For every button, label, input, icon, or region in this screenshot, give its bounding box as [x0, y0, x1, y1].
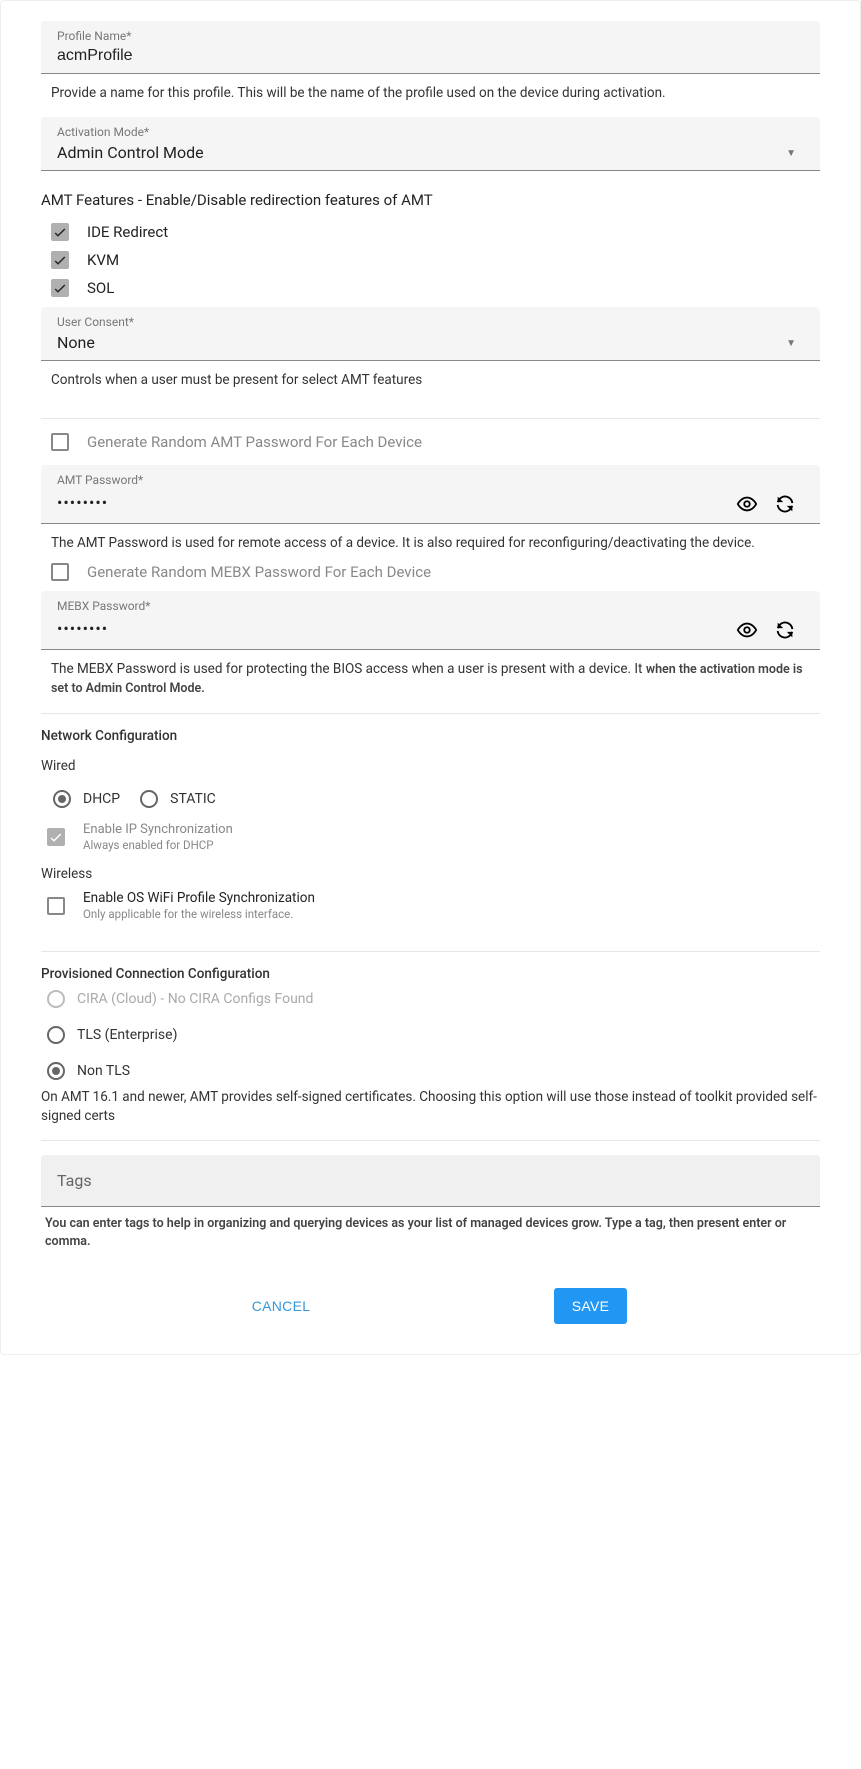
generate-mebx-checkbox[interactable]: Generate Random MEBX Password For Each D… — [51, 563, 820, 581]
ip-sync-label: Enable IP Synchronization — [83, 822, 233, 837]
radio-icon — [53, 790, 71, 808]
regenerate-button[interactable] — [766, 615, 804, 645]
ide-redirect-checkbox[interactable]: IDE Redirect — [51, 223, 820, 241]
tls-radio[interactable]: TLS (Enterprise) — [47, 1026, 820, 1044]
amt-password-field[interactable]: AMT Password* •••••••• — [41, 465, 820, 524]
network-heading: Network Configuration — [41, 728, 820, 744]
checkbox-icon — [51, 563, 69, 581]
kvm-label: KVM — [87, 251, 119, 269]
checkbox-icon — [47, 897, 65, 915]
sol-checkbox[interactable]: SOL — [51, 279, 820, 297]
generate-amt-label: Generate Random AMT Password For Each De… — [87, 433, 422, 451]
cira-radio: CIRA (Cloud) - No CIRA Configs Found — [47, 990, 820, 1008]
kvm-checkbox[interactable]: KVM — [51, 251, 820, 269]
ide-redirect-label: IDE Redirect — [87, 223, 168, 241]
action-bar: CANCEL SAVE — [41, 1288, 820, 1324]
tls-label: TLS (Enterprise) — [77, 1027, 177, 1043]
show-password-button[interactable] — [728, 615, 766, 645]
wifi-sync-checkbox[interactable]: Enable OS WiFi Profile Synchronization O… — [47, 890, 820, 921]
dropdown-icon: ▼ — [778, 148, 804, 159]
amt-password-value: •••••••• — [57, 491, 728, 516]
refresh-icon — [774, 619, 796, 641]
show-password-button[interactable] — [728, 489, 766, 519]
eye-icon — [736, 493, 758, 515]
ip-sync-sublabel: Always enabled for DHCP — [83, 838, 233, 852]
tags-hint: You can enter tags to help in organizing… — [41, 1207, 820, 1258]
profile-form: Profile Name* Provide a name for this pr… — [0, 0, 861, 1355]
sol-label: SOL — [87, 279, 114, 297]
divider — [41, 713, 820, 714]
generate-mebx-label: Generate Random MEBX Password For Each D… — [87, 563, 431, 581]
checkbox-icon — [51, 433, 69, 451]
wireless-heading: Wireless — [41, 866, 820, 882]
amt-password-hint: The AMT Password is used for remote acce… — [41, 528, 820, 557]
divider — [41, 951, 820, 952]
checkbox-icon — [51, 223, 69, 241]
mebx-password-field[interactable]: MEBX Password* •••••••• — [41, 591, 820, 650]
checkbox-icon — [51, 279, 69, 297]
static-label: STATIC — [170, 791, 216, 807]
dropdown-icon: ▼ — [778, 338, 804, 349]
ip-sync-checkbox: Enable IP Synchronization Always enabled… — [47, 822, 820, 852]
checkbox-icon — [47, 828, 65, 846]
mebx-password-hint: The MEBX Password is used for protecting… — [41, 654, 820, 700]
nontls-radio[interactable]: Non TLS — [47, 1062, 820, 1080]
profile-name-input[interactable] — [57, 45, 804, 69]
mebx-password-value: •••••••• — [57, 617, 728, 642]
divider — [41, 1140, 820, 1141]
amt-features-heading: AMT Features - Enable/Disable redirectio… — [41, 191, 820, 209]
regenerate-button[interactable] — [766, 489, 804, 519]
amt-password-label: AMT Password* — [57, 473, 804, 487]
radio-icon — [140, 790, 158, 808]
save-button[interactable]: SAVE — [554, 1288, 628, 1324]
divider — [41, 418, 820, 419]
activation-mode-value: Admin Control Mode — [57, 141, 778, 166]
mebx-password-label: MEBX Password* — [57, 599, 804, 613]
profile-name-field[interactable]: Profile Name* — [41, 21, 820, 74]
user-consent-hint: Controls when a user must be present for… — [41, 365, 820, 404]
radio-icon — [47, 1026, 65, 1044]
cancel-button[interactable]: CANCEL — [234, 1288, 329, 1324]
profile-name-label: Profile Name* — [57, 29, 804, 43]
wired-heading: Wired — [41, 758, 820, 774]
user-consent-value: None — [57, 331, 778, 356]
radio-icon — [47, 990, 65, 1008]
wifi-sync-sublabel: Only applicable for the wireless interfa… — [83, 907, 315, 921]
tags-input[interactable]: Tags — [41, 1155, 820, 1207]
eye-icon — [736, 619, 758, 641]
activation-mode-label: Activation Mode* — [57, 125, 804, 139]
cira-label: CIRA (Cloud) - No CIRA Configs Found — [77, 991, 313, 1007]
user-consent-select[interactable]: User Consent* None ▼ — [41, 307, 820, 361]
refresh-icon — [774, 493, 796, 515]
wifi-sync-label: Enable OS WiFi Profile Synchronization — [83, 890, 315, 906]
prov-heading: Provisioned Connection Configuration — [41, 966, 820, 982]
radio-icon — [47, 1062, 65, 1080]
activation-mode-select[interactable]: Activation Mode* Admin Control Mode ▼ — [41, 117, 820, 171]
profile-name-hint: Provide a name for this profile. This wi… — [41, 78, 820, 117]
nontls-label: Non TLS — [77, 1063, 130, 1079]
dhcp-label: DHCP — [83, 791, 120, 807]
checkbox-icon — [51, 251, 69, 269]
dhcp-radio[interactable]: DHCP — [53, 790, 120, 808]
nontls-note: On AMT 16.1 and newer, AMT provides self… — [41, 1088, 820, 1126]
static-radio[interactable]: STATIC — [140, 790, 216, 808]
generate-amt-checkbox[interactable]: Generate Random AMT Password For Each De… — [51, 433, 820, 451]
user-consent-label: User Consent* — [57, 315, 804, 329]
